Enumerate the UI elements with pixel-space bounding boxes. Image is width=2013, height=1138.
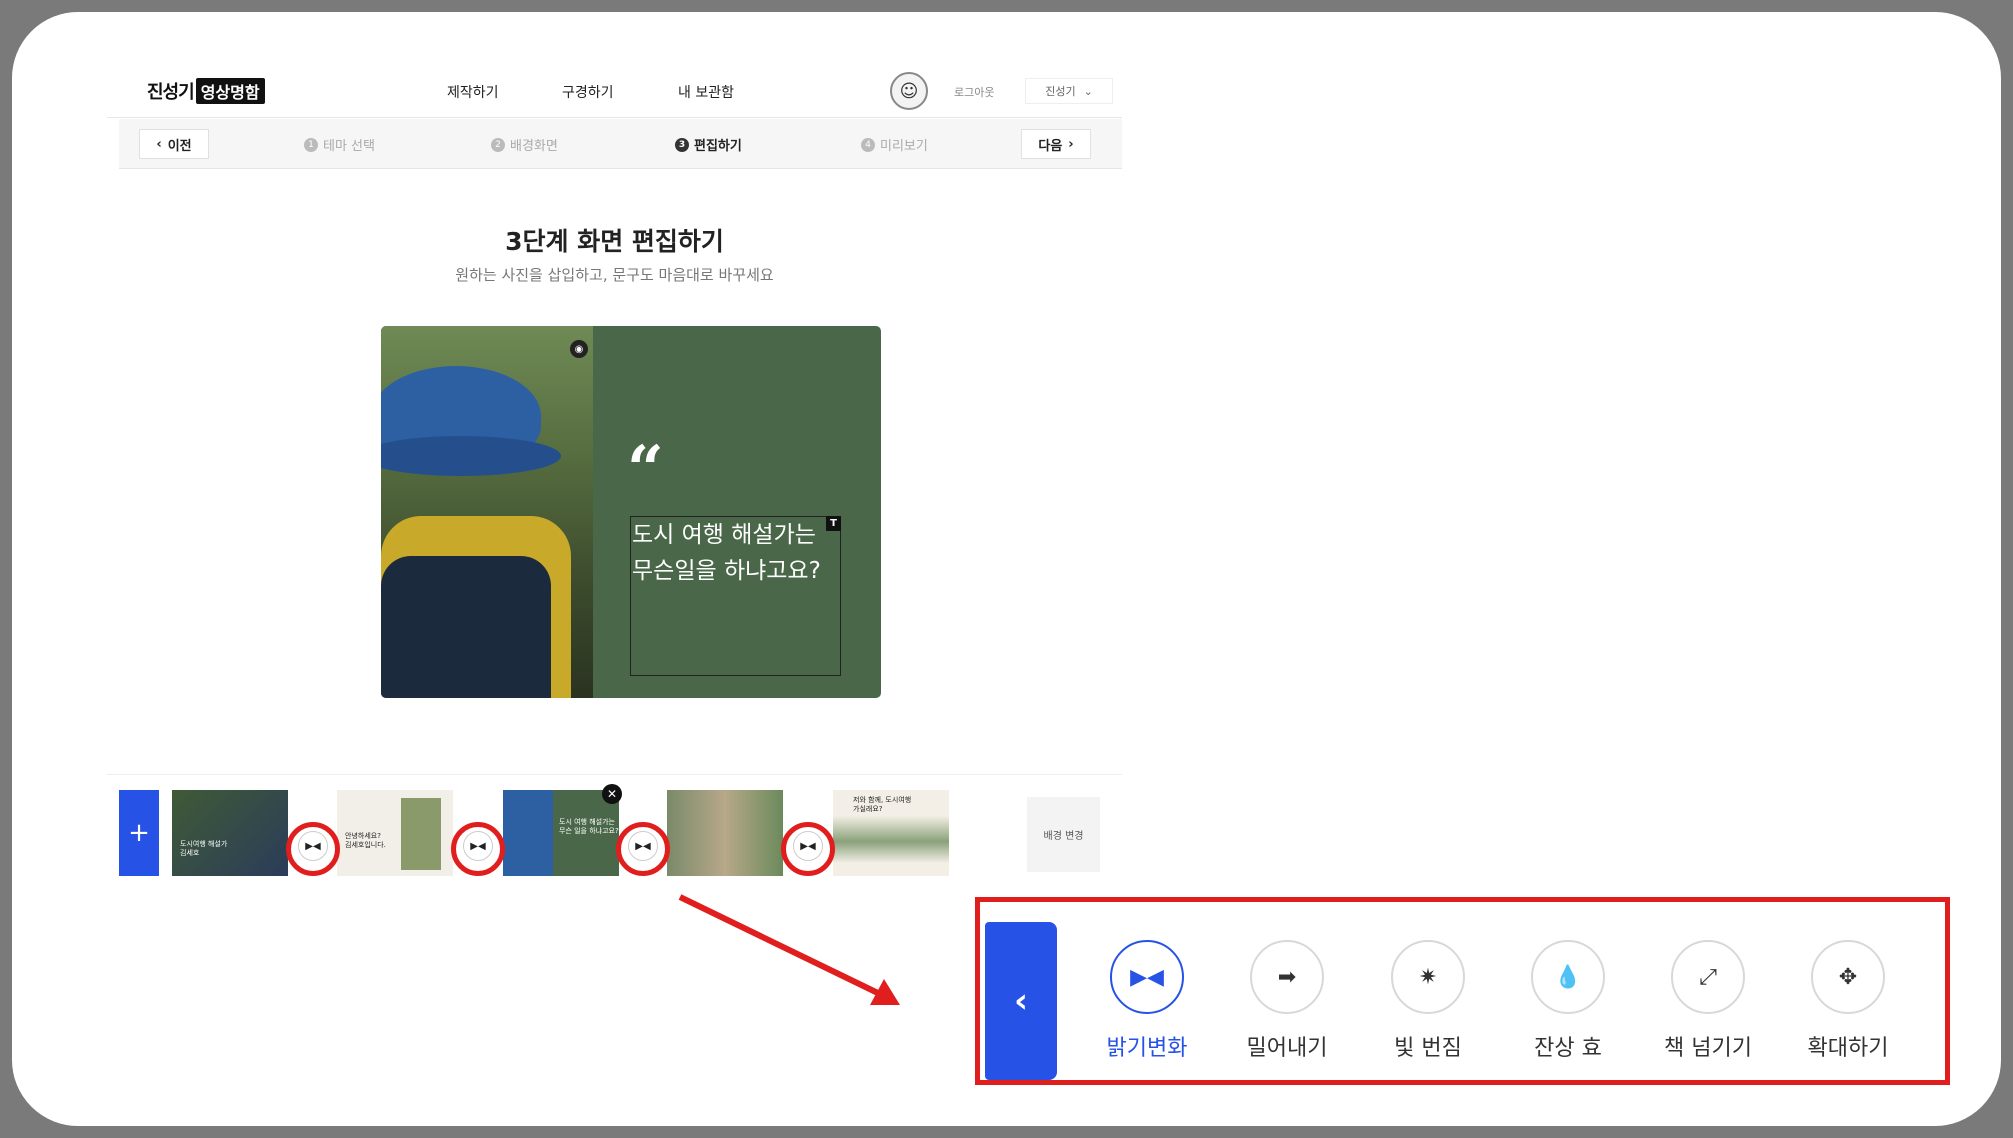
effect-zoom[interactable]: ✥ 확대하기 [1788,940,1908,1062]
arrow-right-icon: ➡ [1250,940,1324,1014]
text-line-1: 도시 여행 해설가는 [632,522,816,548]
step-1: 1 테마 선택 [304,135,375,154]
text-box[interactable]: 도시 여행 해설가는 무슨일을 하냐고요? T [630,516,841,676]
scene-thumb-2-photo [401,798,441,870]
step-4-label: 미리보기 [880,139,928,154]
effect-push-label: 밀어내기 [1246,1036,1328,1061]
scene-thumb-1-caption: 도시여행 해설가 김세호 [180,840,228,857]
highlight-ring-2 [451,822,505,876]
scene-thumb-2-caption: 안녕하세요? 김세호입니다. [345,832,386,849]
logo-part2: 영상명함 [195,78,265,104]
prev-button[interactable]: ‹ 이전 [139,129,209,159]
prev-label: 이전 [167,138,192,154]
text-line-2: 무슨일을 하냐고요? [632,558,821,584]
quote-mark: “ [627,432,664,507]
background-change-button[interactable]: 배경 변경 [1027,797,1100,872]
photo-backpack [381,556,551,698]
delete-scene-icon[interactable]: ✕ [602,784,622,804]
step-4-number: 4 [861,137,875,152]
smiley-icon: ☺ [899,80,919,102]
app: 진성기 영상명함 제작하기 구경하기 내 보관함 ☺ 로그아웃 진성기 ⌄ ‹ … [107,64,1122,892]
move-arrows-icon: ✥ [1811,940,1885,1014]
logo[interactable]: 진성기 영상명함 [147,78,265,104]
step-2-number: 2 [491,137,505,152]
scene-thumb-3-photo [503,790,553,876]
nav-create[interactable]: 제작하기 [447,82,499,102]
page-title: 3단계 화면 편집하기 [505,227,724,256]
user-menu[interactable]: 진성기 ⌄ [1025,78,1113,104]
panel-back-button[interactable]: ‹ [985,922,1057,1080]
scene-thumb-5[interactable]: 저와 함께, 도시여행 가실래요? [833,790,949,876]
effect-afterimage-label: 잔상 효 [1534,1036,1602,1061]
effect-zoom-label: 확대하기 [1807,1036,1889,1061]
avatar[interactable]: ☺ [890,72,928,110]
step-3-label: 편집하기 [694,139,742,154]
effect-page-turn[interactable]: ⤢ 책 넘기기 [1648,940,1768,1062]
step-4: 4 미리보기 [861,135,928,154]
transition-effects-panel: ‹ ▶◀ 밝기변화 ➡ 밀어내기 ✷ 빛 번짐 💧 잔상 효 ⤢ 책 넘기기 ✥… [975,897,1950,1085]
step-2-label: 배경화면 [510,139,558,154]
effect-light-blur[interactable]: ✷ 빛 번짐 [1368,940,1488,1062]
next-label: 다음 [1038,138,1063,154]
effect-brightness[interactable]: ▶◀ 밝기변화 [1087,940,1207,1062]
highlight-ring-1 [286,822,340,876]
effect-light-blur-label: 빛 번짐 [1394,1036,1462,1061]
scene-thumb-5-caption: 저와 함께, 도시여행 가실래요? [853,796,912,813]
user-name: 진성기 [1045,85,1076,98]
bowtie-icon: ▶◀ [1110,940,1184,1014]
step-2: 2 배경화면 [491,135,558,154]
effect-push[interactable]: ➡ 밀어내기 [1227,940,1347,1062]
drop-icon: 💧 [1531,940,1605,1014]
header: 진성기 영상명함 제작하기 구경하기 내 보관함 ☺ 로그아웃 진성기 ⌄ [107,64,1122,118]
effect-afterimage[interactable]: 💧 잔상 효 [1508,940,1628,1062]
page-subtitle: 원하는 사진을 삽입하고, 문구도 마음대로 바꾸세요 [455,266,774,284]
step-3-number: 3 [675,137,689,152]
logo-part1: 진성기 [147,82,195,103]
sun-icon: ✷ [1391,940,1465,1014]
chevron-left-icon: ‹ [156,136,162,152]
camera-icon[interactable]: ◉ [570,340,588,358]
pointer-arrow [678,894,900,1005]
nav-my-box[interactable]: 내 보관함 [678,82,734,102]
logout-link[interactable]: 로그아웃 [954,84,994,100]
screenshot-frame: 진성기 영상명함 제작하기 구경하기 내 보관함 ☺ 로그아웃 진성기 ⌄ ‹ … [0,0,2013,1138]
nav-browse[interactable]: 구경하기 [562,82,614,102]
highlight-ring-4 [781,822,835,876]
next-button[interactable]: 다음 › [1021,129,1091,159]
photo-slot[interactable]: ◉ [381,326,593,698]
effect-page-turn-label: 책 넘기기 [1664,1036,1752,1061]
effect-brightness-label: 밝기변화 [1106,1036,1188,1061]
diagonal-arrows-icon: ⤢ [1671,940,1745,1014]
chevron-down-icon: ⌄ [1083,84,1093,98]
highlight-ring-3 [616,822,670,876]
text-content: 도시 여행 해설가는 무슨일을 하냐고요? [632,517,852,589]
add-scene-button[interactable]: + [119,790,159,876]
photo-hat-brim [381,436,561,476]
scene-thumb-2[interactable]: 안녕하세요? 김세호입니다. [337,790,453,876]
scene-thumb-3[interactable]: 도시 여행 해설가는 무슨 일을 하냐고요? [503,790,619,876]
edit-canvas: ◉ “ 도시 여행 해설가는 무슨일을 하냐고요? T [381,326,881,698]
step-1-number: 1 [304,137,318,152]
text-edit-icon[interactable]: T [826,516,841,531]
step-3: 3 편집하기 [675,135,742,154]
scene-thumb-1[interactable]: 도시여행 해설가 김세호 [172,790,288,876]
scene-timeline: + 도시여행 해설가 김세호 안녕하세요? 김세호입니다. 도시 여행 해설가는… [107,774,1122,876]
step-bar: ‹ 이전 1 테마 선택 2 배경화면 3 편집하기 4 미리보기 다음 › [119,119,1122,169]
scene-thumb-4[interactable] [667,790,783,876]
chevron-right-icon: › [1068,136,1074,152]
step-1-label: 테마 선택 [323,139,375,154]
scene-thumb-3-caption: 도시 여행 해설가는 무슨 일을 하냐고요? [559,818,619,835]
